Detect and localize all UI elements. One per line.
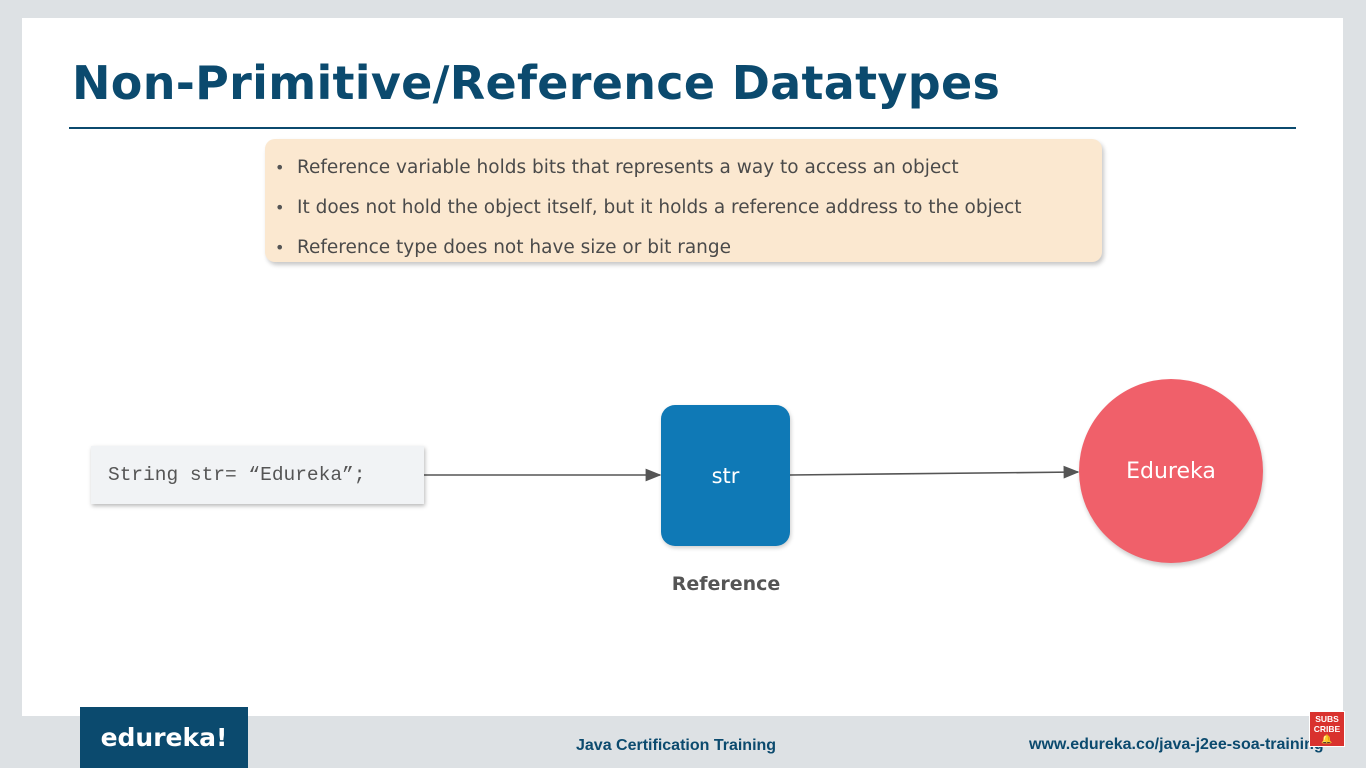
reference-variable-box: str [661, 405, 790, 546]
bell-icon: 🔔 [1321, 734, 1333, 744]
subscribe-label-line2: CRIBE [1313, 724, 1341, 734]
subscribe-label-line1: SUBS [1315, 714, 1339, 724]
reference-caption: Reference [671, 573, 781, 595]
edureka-logo[interactable]: edureka! [80, 707, 248, 768]
object-circle: Edureka [1079, 379, 1263, 563]
diagram-arrows [424, 465, 1080, 482]
subscribe-button[interactable]: SUBS CRIBE 🔔 [1309, 711, 1345, 747]
reference-to-object-arrow [789, 465, 1080, 479]
code-snippet-box: String str= “Edureka”; [91, 446, 424, 504]
slide-canvas: Non-Primitive/Reference Datatypes • Refe… [22, 18, 1343, 716]
footer-course-title: Java Certification Training [576, 737, 777, 754]
footer-url[interactable]: www.edureka.co/java-j2ee-soa-training [1029, 736, 1324, 754]
